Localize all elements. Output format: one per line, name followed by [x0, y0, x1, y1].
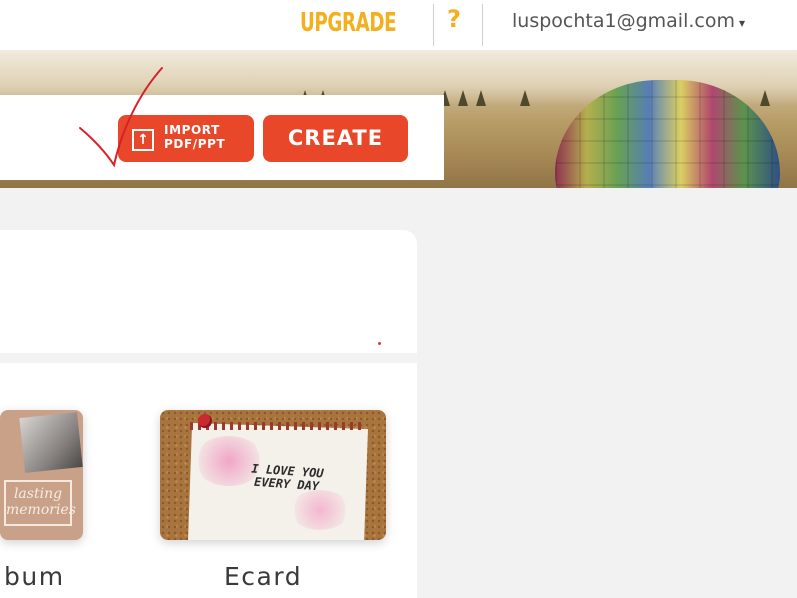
chevron-down-icon: ▾ — [738, 16, 745, 30]
template-tile-album[interactable]: lasting memories — [0, 410, 83, 540]
hero-banner: ↑ IMPORT PDF/PPT CREATE — [0, 50, 797, 188]
upload-icon: ↑ — [132, 129, 154, 151]
spiral-binding — [190, 422, 366, 430]
import-label: IMPORT PDF/PPT — [164, 123, 226, 151]
tree-shape — [476, 90, 486, 106]
template-label-ecard[interactable]: Ecard — [224, 562, 302, 591]
red-dot — [378, 342, 381, 345]
template-label-album[interactable]: bum — [4, 562, 65, 591]
watercolor-blot — [290, 490, 350, 530]
create-panel: ↑ IMPORT PDF/PPT CREATE — [0, 95, 444, 180]
tree-shape — [520, 90, 530, 106]
hot-air-balloon-image — [555, 80, 780, 188]
divider — [433, 4, 434, 46]
photo-thumbnail — [19, 412, 83, 473]
create-button[interactable]: CREATE — [263, 115, 408, 162]
account-menu[interactable]: luspochta1@gmail.com ▾ — [512, 10, 745, 32]
template-tile-ecard[interactable]: I LOVE YOU EVERY DAY — [160, 410, 386, 540]
tree-shape — [458, 90, 468, 106]
upgrade-link[interactable]: UPGRADE — [300, 8, 397, 38]
templates-card: lasting memories I LOVE YOU EVERY DAY bu… — [0, 230, 417, 598]
card-divider — [0, 353, 417, 363]
push-pin-icon — [198, 414, 212, 428]
album-thumb-text: lasting memories — [4, 480, 76, 526]
account-email: luspochta1@gmail.com — [512, 10, 735, 32]
top-bar: UPGRADE ? luspochta1@gmail.com ▾ — [0, 0, 797, 50]
import-pdf-ppt-button[interactable]: ↑ IMPORT PDF/PPT — [118, 115, 254, 162]
divider — [482, 4, 483, 46]
help-button[interactable]: ? — [447, 5, 461, 33]
